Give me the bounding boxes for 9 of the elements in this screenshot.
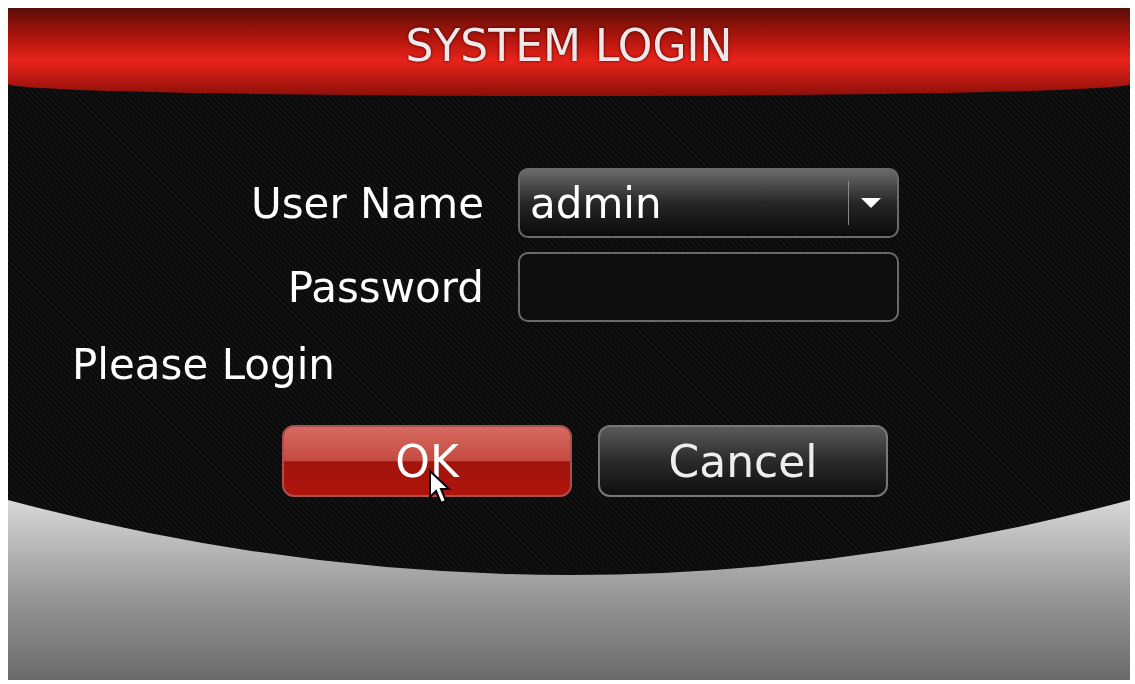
window-title: SYSTEM LOGIN [405, 20, 733, 73]
status-message: Please Login [72, 340, 336, 389]
field-label: User Name [250, 178, 485, 228]
field-label: Password [286, 262, 485, 312]
cancel-button[interactable]: Cancel [598, 425, 888, 497]
ok-button[interactable]: OK [282, 425, 572, 497]
user-name-dropdown[interactable]: admin [518, 168, 899, 238]
caret-icon [861, 198, 881, 208]
password-field[interactable] [518, 252, 899, 322]
